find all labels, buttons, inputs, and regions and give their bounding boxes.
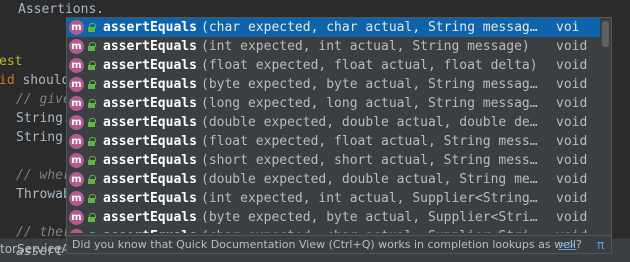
completion-item-params: (float expected, float actual, String me… [201,134,538,149]
completion-item-return-type: voi [556,20,580,35]
public-lock-icon [88,194,96,203]
method-name-text: should [22,73,70,88]
method-icon: m [69,229,84,233]
code-text: assert [16,244,63,259]
method-icon: m [69,115,84,130]
code-text: Assertions. [18,2,105,17]
public-lock-icon [88,156,96,165]
method-icon: m [69,77,84,92]
completion-item-return-type: void [556,58,588,73]
completion-item-name: assertEquals [103,227,197,233]
completion-item-return-type: void [556,77,588,92]
completion-item-return-type: void [556,96,588,111]
completion-item-name: assertEquals [103,20,197,35]
completion-popup[interactable]: m assertEquals (char expected, char actual… [66,17,612,254]
completion-item-name: assertEquals [103,39,197,54]
public-lock-icon [88,42,96,51]
completion-item-return-type: void [556,153,588,168]
completion-item-params: (byte expected, byte actual, String mess… [201,77,538,92]
method-icon: m [69,20,84,35]
public-lock-icon [88,80,96,89]
method-icon: m [69,58,84,73]
completion-item[interactable]: m assertEquals (double expected, double ac… [67,170,600,189]
method-icon: m [69,191,84,206]
completion-item-name: assertEquals [103,153,197,168]
code-line-method: id should [0,71,69,90]
completion-item-return-type: void [556,39,588,54]
completion-item[interactable]: m assertEquals (float expected, float actu… [67,56,600,75]
comment-text: // give [16,92,71,107]
completion-item[interactable]: m assertEquals (short expected, short actu… [67,151,600,170]
method-icon: m [69,96,84,111]
public-lock-icon [88,137,96,146]
method-icon: m [69,210,84,225]
method-icon: m [69,39,84,54]
completion-item-return-type: void [556,115,588,130]
completion-list[interactable]: m assertEquals (char expected, char actual… [67,18,600,233]
completion-item-name: assertEquals [103,134,197,149]
comment-text: // wher [16,168,71,183]
code-line-given-comment: // give [16,90,71,109]
completion-item[interactable]: m assertEquals (byte expected, byte actual… [67,208,600,227]
completion-item-return-type: void [556,210,588,225]
completion-item-name: assertEquals [103,58,197,73]
completion-item-params: (short expected, short actual, String me… [201,153,538,168]
completion-item-params: (float expected, float actual, float del… [201,58,538,73]
completion-item[interactable]: m assertEquals (byte expected, byte actual… [67,75,600,94]
completion-item-params: (double expected, double actual, String … [201,172,538,187]
code-line-string-1: String [16,109,63,128]
method-icon: m [69,172,84,187]
public-lock-icon [88,99,96,108]
annotation-text: est [0,54,23,69]
completion-item[interactable]: m assertEquals (double expected, double ac… [67,113,600,132]
code-text: String [16,111,63,126]
method-icon: m [69,134,84,149]
completion-item-params: (char expected, char actual, Supplier<St… [201,227,543,233]
code-text: Throwab [16,187,71,202]
code-line-annotation: est [0,52,22,71]
pi-icon[interactable]: π [597,236,604,253]
completion-item[interactable]: m assertEquals (long expected, long actual… [67,94,600,113]
completion-item-return-type: void [556,172,588,187]
completion-item-name: assertEquals [103,191,197,206]
completion-item-name: assertEquals [103,77,197,92]
code-line-when-comment: // wher [16,166,71,185]
public-lock-icon [88,213,96,222]
completion-scrollbar[interactable] [600,18,611,233]
method-icon: m [69,153,84,168]
completion-item-return-type: void [556,227,587,233]
code-line-string-2: String [16,128,63,147]
completion-item-return-type: void [556,191,588,206]
completion-item[interactable]: m assertEquals (char expected, char actual… [67,227,600,233]
code-line-throwable: Throwab [16,185,71,204]
completion-hint-bar: Did you know that Quick Documentation Vi… [67,235,611,253]
completion-item[interactable]: m assertEquals (int expected, int actual, … [67,189,600,208]
completion-item-name: assertEquals [103,96,197,111]
completion-item[interactable]: m assertEquals (char expected, char actual… [67,18,600,37]
public-lock-icon [88,61,96,70]
public-lock-icon [88,118,96,127]
public-lock-icon [88,23,96,32]
code-line-assert: assert [16,242,63,261]
keyword-text: id [0,73,15,88]
hint-more-link[interactable]: >> [558,236,576,253]
completion-item[interactable]: m assertEquals (float expected, float actu… [67,132,600,151]
completion-item[interactable]: m assertEquals (int expected, int actual, … [67,37,600,56]
scrollbar-thumb[interactable] [602,21,609,47]
completion-item-name: assertEquals [103,210,197,225]
code-text: String [16,130,63,145]
completion-item-params: (byte expected, byte actual, Supplier<St… [201,210,538,225]
completion-item-params: (long expected, long actual, String mess… [201,96,538,111]
completion-item-name: assertEquals [103,115,197,130]
public-lock-icon [88,175,96,184]
public-lock-icon [88,232,96,233]
completion-item-name: assertEquals [103,172,197,187]
hint-text: Did you know that Quick Documentation Vi… [72,238,582,251]
completion-item-params: (char expected, char actual, String mess… [201,20,543,35]
completion-item-params: (int expected, int actual, String messag… [201,39,530,54]
completion-item-params: (int expected, int actual, Supplier<Stri… [201,191,538,206]
completion-item-return-type: void [556,134,588,149]
completion-item-params: (double expected, double actual, double … [201,115,538,130]
